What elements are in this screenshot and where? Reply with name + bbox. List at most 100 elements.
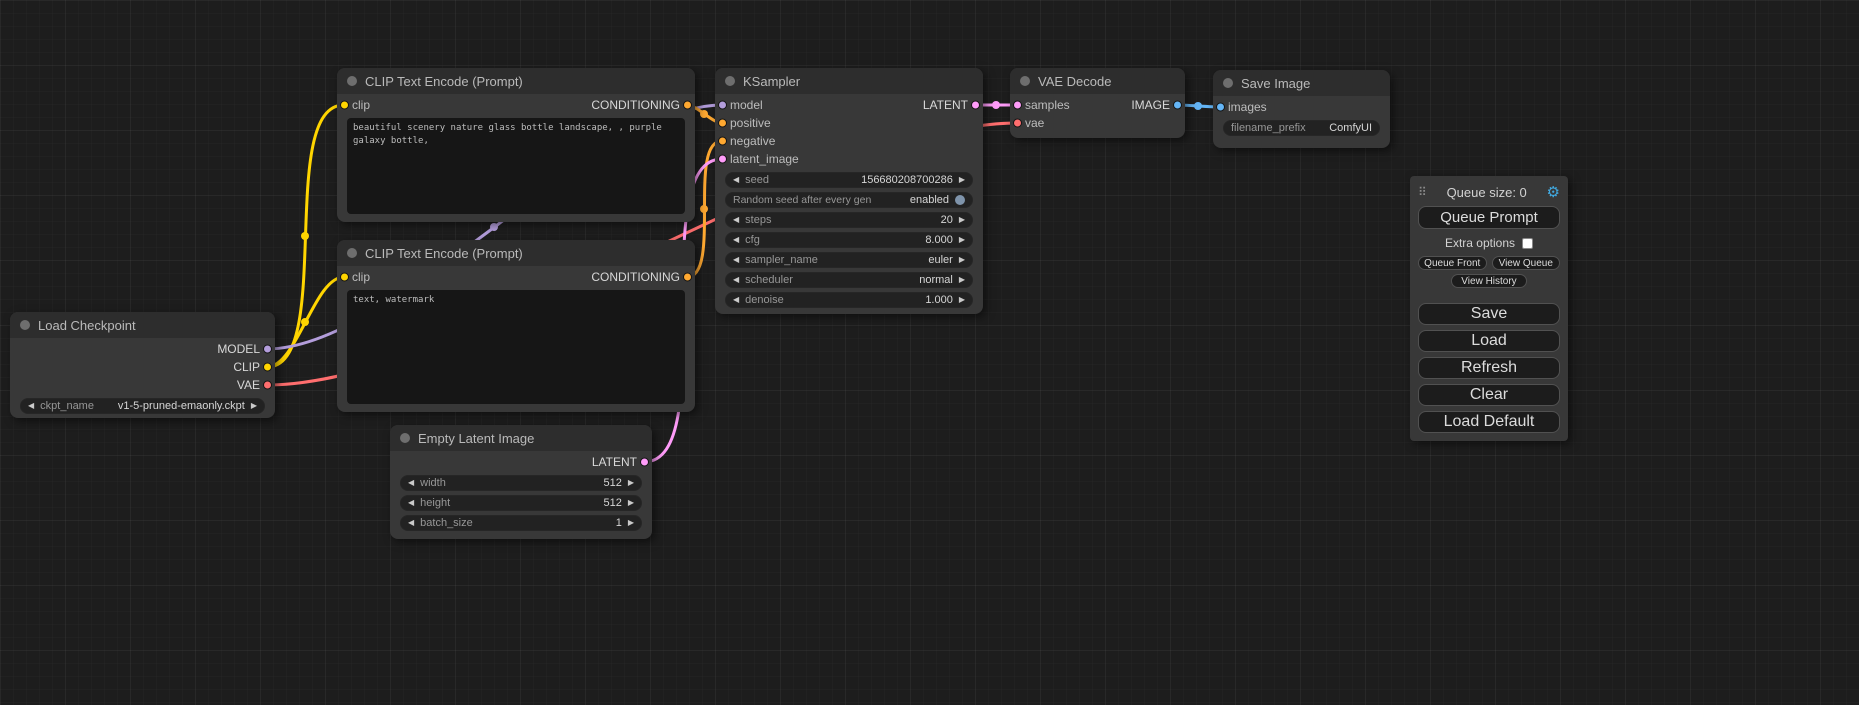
decrement-arrow-icon[interactable]: ◀	[733, 176, 739, 184]
node-title-bar[interactable]: CLIP Text Encode (Prompt)	[337, 240, 695, 266]
node-title-bar[interactable]: Save Image	[1213, 70, 1390, 96]
widget-cfg[interactable]: ◀ cfg 8.000 ▶	[725, 232, 973, 248]
node-collapse-dot[interactable]	[725, 76, 735, 86]
node-title: Save Image	[1241, 76, 1310, 91]
widget-seed[interactable]: ◀ seed 156680208700286 ▶	[725, 172, 973, 188]
input-port-samples[interactable]	[1013, 101, 1022, 110]
node-collapse-dot[interactable]	[1223, 78, 1233, 88]
node-collapse-dot[interactable]	[347, 248, 357, 258]
input-port-images[interactable]	[1216, 103, 1225, 112]
input-port-latent-image[interactable]	[718, 155, 727, 164]
increment-arrow-icon[interactable]: ▶	[628, 479, 634, 487]
decrement-arrow-icon[interactable]: ◀	[733, 236, 739, 244]
widget-sampler-name[interactable]: ◀ sampler_name euler ▶	[725, 252, 973, 268]
combo-right-arrow-icon[interactable]: ▶	[959, 256, 965, 264]
output-label-conditioning: CONDITIONING	[591, 270, 680, 284]
increment-arrow-icon[interactable]: ▶	[959, 236, 965, 244]
output-port-conditioning[interactable]	[683, 273, 692, 282]
view-queue-button[interactable]: View Queue	[1492, 256, 1561, 270]
node-save-image[interactable]: Save Image images filename_prefix ComfyU…	[1213, 70, 1390, 148]
slot-row: positive	[715, 114, 983, 132]
node-collapse-dot[interactable]	[20, 320, 30, 330]
queue-front-button[interactable]: Queue Front	[1418, 256, 1487, 270]
output-port-latent[interactable]	[640, 458, 649, 467]
link-midpoint-dot	[490, 223, 498, 231]
node-title-bar[interactable]: Empty Latent Image	[390, 425, 652, 451]
node-clip-text-encode-negative[interactable]: CLIP Text Encode (Prompt) clip CONDITION…	[337, 240, 695, 412]
input-port-positive[interactable]	[718, 119, 727, 128]
node-collapse-dot[interactable]	[400, 433, 410, 443]
input-port-vae[interactable]	[1013, 119, 1022, 128]
clear-button[interactable]: Clear	[1418, 384, 1560, 406]
widget-filename-prefix[interactable]: filename_prefix ComfyUI	[1223, 120, 1380, 136]
combo-left-arrow-icon[interactable]: ◀	[733, 256, 739, 264]
output-port-conditioning[interactable]	[683, 101, 692, 110]
widget-label: cfg	[745, 234, 760, 246]
widget-random-seed-toggle[interactable]: Random seed after every gen enabled	[725, 192, 973, 208]
combo-right-arrow-icon[interactable]: ▶	[959, 276, 965, 284]
widget-steps[interactable]: ◀ steps 20 ▶	[725, 212, 973, 228]
decrement-arrow-icon[interactable]: ◀	[408, 479, 414, 487]
slot-row: negative	[715, 132, 983, 150]
node-title-bar[interactable]: Load Checkpoint	[10, 312, 275, 338]
view-history-row: View History	[1418, 274, 1560, 288]
output-port-clip[interactable]	[263, 363, 272, 372]
combo-left-arrow-icon[interactable]: ◀	[733, 276, 739, 284]
output-label-clip: CLIP	[233, 360, 260, 374]
node-empty-latent-image[interactable]: Empty Latent Image LATENT ◀ width 512 ▶ …	[390, 425, 652, 539]
node-clip-text-encode-positive[interactable]: CLIP Text Encode (Prompt) clip CONDITION…	[337, 68, 695, 222]
node-load-checkpoint[interactable]: Load Checkpoint MODEL CLIP VAE ◀ ckpt_na…	[10, 312, 275, 418]
prompt-textarea[interactable]: beautiful scenery nature glass bottle la…	[347, 118, 685, 214]
output-port-image[interactable]	[1173, 101, 1182, 110]
view-history-button[interactable]: View History	[1451, 274, 1527, 288]
node-title-bar[interactable]: KSampler	[715, 68, 983, 94]
output-port-model[interactable]	[263, 345, 272, 354]
increment-arrow-icon[interactable]: ▶	[628, 499, 634, 507]
widget-ckpt-name[interactable]: ◀ ckpt_name v1-5-pruned-emaonly.ckpt ▶	[20, 398, 265, 414]
combo-left-arrow-icon[interactable]: ◀	[28, 402, 34, 410]
increment-arrow-icon[interactable]: ▶	[959, 296, 965, 304]
widget-denoise[interactable]: ◀ denoise 1.000 ▶	[725, 292, 973, 308]
widget-scheduler[interactable]: ◀ scheduler normal ▶	[725, 272, 973, 288]
decrement-arrow-icon[interactable]: ◀	[733, 216, 739, 224]
combo-right-arrow-icon[interactable]: ▶	[251, 402, 257, 410]
node-ksampler[interactable]: KSampler model LATENT positive negative …	[715, 68, 983, 314]
input-port-clip[interactable]	[340, 101, 349, 110]
input-label-latent-image: latent_image	[730, 152, 799, 166]
decrement-arrow-icon[interactable]: ◀	[733, 296, 739, 304]
slot-row: CLIP	[10, 358, 275, 376]
node-collapse-dot[interactable]	[347, 76, 357, 86]
output-port-vae[interactable]	[263, 381, 272, 390]
node-collapse-dot[interactable]	[1020, 76, 1030, 86]
output-port-latent[interactable]	[971, 101, 980, 110]
load-button[interactable]: Load	[1418, 330, 1560, 352]
prompt-textarea[interactable]: text, watermark	[347, 290, 685, 404]
increment-arrow-icon[interactable]: ▶	[959, 176, 965, 184]
save-button[interactable]: Save	[1418, 303, 1560, 325]
widget-height[interactable]: ◀ height 512 ▶	[400, 495, 642, 511]
decrement-arrow-icon[interactable]: ◀	[408, 519, 414, 527]
widget-width[interactable]: ◀ width 512 ▶	[400, 475, 642, 491]
node-title-bar[interactable]: VAE Decode	[1010, 68, 1185, 94]
refresh-button[interactable]: Refresh	[1418, 357, 1560, 379]
widget-batch-size[interactable]: ◀ batch_size 1 ▶	[400, 515, 642, 531]
decrement-arrow-icon[interactable]: ◀	[408, 499, 414, 507]
increment-arrow-icon[interactable]: ▶	[959, 216, 965, 224]
drag-handle-icon[interactable]: ⠿	[1418, 185, 1427, 199]
output-label-conditioning: CONDITIONING	[591, 98, 680, 112]
node-vae-decode[interactable]: VAE Decode samples IMAGE vae	[1010, 68, 1185, 138]
output-label-latent: LATENT	[923, 98, 968, 112]
extra-options-checkbox[interactable]	[1522, 238, 1533, 249]
input-port-model[interactable]	[718, 101, 727, 110]
queue-prompt-button[interactable]: Queue Prompt	[1418, 206, 1560, 229]
output-label-image: IMAGE	[1131, 98, 1170, 112]
increment-arrow-icon[interactable]: ▶	[628, 519, 634, 527]
widget-label: height	[420, 497, 450, 509]
load-default-button[interactable]: Load Default	[1418, 411, 1560, 433]
input-port-clip[interactable]	[340, 273, 349, 282]
settings-gear-icon[interactable]: ⚙	[1547, 185, 1560, 200]
link-midpoint-dot	[700, 205, 708, 213]
toggle-knob[interactable]	[955, 195, 965, 205]
node-title-bar[interactable]: CLIP Text Encode (Prompt)	[337, 68, 695, 94]
input-port-negative[interactable]	[718, 137, 727, 146]
